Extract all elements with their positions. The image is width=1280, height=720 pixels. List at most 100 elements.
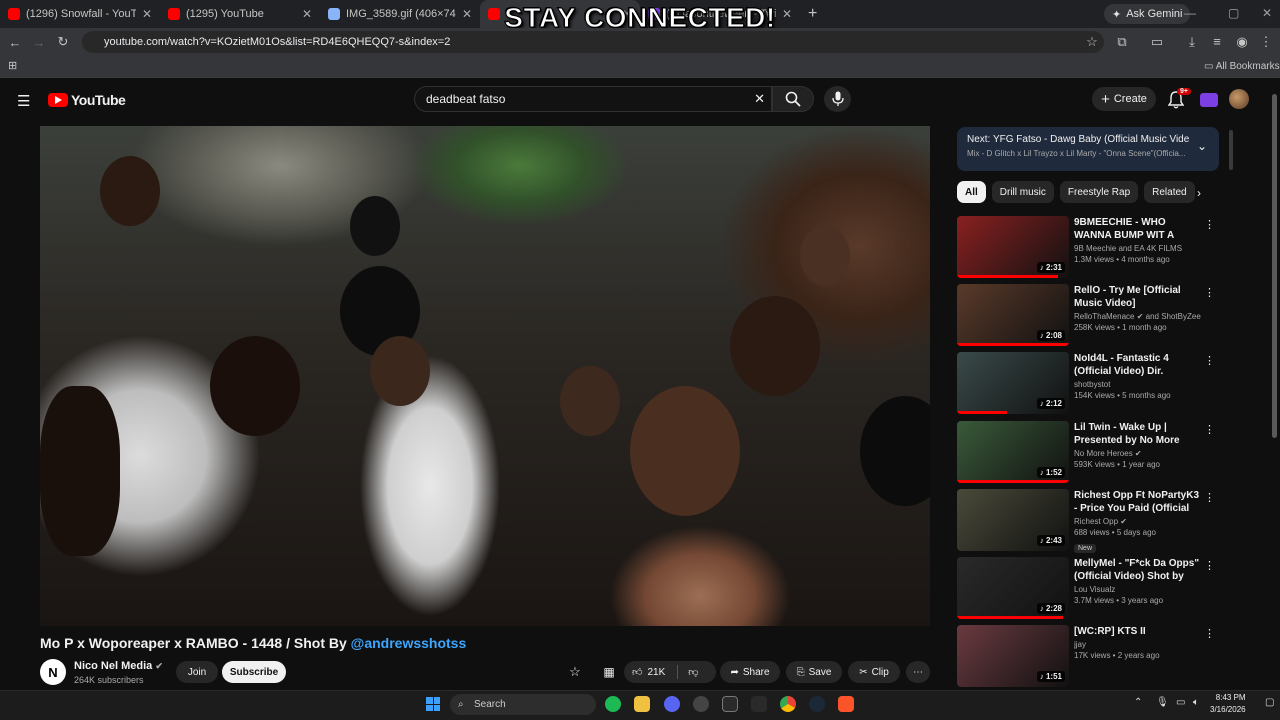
recommendation-channel[interactable]: jjay	[1074, 640, 1204, 649]
more-vertical-icon[interactable]: ⋮	[1204, 423, 1215, 436]
chip-freestyle-rap[interactable]: Freestyle Rap	[1059, 181, 1139, 203]
recommendation-channel[interactable]: RelloThaMenace ✔ and ShotByZee	[1074, 312, 1204, 321]
page-scrollbar[interactable]	[1272, 94, 1277, 438]
spotify-icon[interactable]	[605, 696, 621, 712]
browser-tab[interactable]: (1295) YouTube ✕	[160, 0, 320, 28]
address-bar[interactable]: youtube.com/watch?v=KOzietM01Os&list=RD4…	[82, 31, 1104, 53]
chip-related[interactable]: Related	[1144, 181, 1195, 203]
close-tab-icon[interactable]: ✕	[142, 7, 152, 21]
close-tab-icon[interactable]: ✕	[782, 7, 792, 21]
recommendation-item[interactable]: ♪ 2:08 RellO - Try Me [Official Music Vid…	[957, 284, 1219, 346]
recommendation-title[interactable]: MellyMel - "F*ck Da Opps" (Official Vide…	[1074, 557, 1204, 583]
ask-gemini-button[interactable]: ✦ Ask Gemini	[1104, 4, 1191, 24]
chevron-right-icon[interactable]: ›	[1197, 186, 1201, 200]
youtube-logo[interactable]: YouTube	[48, 92, 126, 108]
favorite-star-button[interactable]: ☆	[562, 661, 588, 683]
up-next-queue[interactable]: Next: YFG Fatso - Dawg Baby (Official Mu…	[957, 127, 1219, 171]
microphone-tray-icon[interactable]: 🎙︎	[1156, 697, 1169, 708]
recommendation-title[interactable]: NoId4L - Fantastic 4 (Official Video) Di…	[1074, 352, 1204, 378]
video-thumbnail[interactable]: ♪ 2:31	[957, 216, 1069, 278]
search-button[interactable]	[772, 86, 814, 112]
account-avatar[interactable]	[1229, 89, 1249, 109]
bookmark-star-icon[interactable]: ☆	[1080, 34, 1104, 50]
notification-center-icon[interactable]: ▢	[1265, 697, 1274, 708]
capcut-icon[interactable]	[751, 696, 767, 712]
video-thumbnail[interactable]: ♪ 2:12	[957, 352, 1069, 414]
browser-tab[interactable]: (2) jasontheween - Twitch ✕	[640, 0, 800, 28]
forward-icon[interactable]: →	[27, 35, 51, 50]
recommendation-title[interactable]: [WC:RP] KTS II	[1074, 625, 1204, 638]
steam-icon[interactable]	[809, 696, 825, 712]
tray-overflow-icon[interactable]: ⌃	[1134, 697, 1142, 708]
more-vertical-icon[interactable]: ⋮	[1204, 559, 1215, 572]
recommendation-item[interactable]: ♪ 2:43 Richest Opp Ft NoPartyK3 - Price Y…	[957, 489, 1219, 553]
minimize-icon[interactable]: —	[1184, 6, 1196, 20]
video-thumbnail[interactable]: ♪ 2:43	[957, 489, 1069, 551]
create-button[interactable]: + Create	[1092, 87, 1156, 111]
download-icon[interactable]: ⤓	[1180, 34, 1204, 50]
recommendation-title[interactable]: Richest Opp Ft NoPartyK3 - Price You Pai…	[1074, 489, 1204, 515]
file-explorer-icon[interactable]	[634, 696, 650, 712]
hamburger-menu-icon[interactable]: ☰	[17, 92, 30, 110]
notifications-button[interactable]: 9+	[1167, 88, 1191, 114]
taskbar-clock[interactable]: 8:43 PM 3/16/2026	[1210, 692, 1246, 716]
save-button[interactable]: ⎘ Save	[786, 661, 842, 683]
search-input[interactable]: deadbeat fatso ✕	[414, 86, 772, 112]
volume-icon[interactable]: 🔈︎	[1193, 697, 1199, 708]
video-player[interactable]	[40, 126, 930, 626]
epic-games-icon[interactable]	[722, 696, 738, 712]
twitch-extension-icon[interactable]	[1200, 93, 1218, 107]
apps-grid-icon[interactable]: ⊞	[8, 59, 17, 72]
maximize-icon[interactable]: ▢	[1228, 6, 1239, 20]
network-icon[interactable]: ▭	[1176, 697, 1185, 708]
all-bookmarks-folder[interactable]: ▭ All Bookmarks	[1204, 61, 1280, 72]
more-vertical-icon[interactable]: ⋮	[1204, 286, 1215, 299]
clip-button[interactable]: ✂ Clip	[848, 661, 900, 683]
chevron-down-icon[interactable]: ⌄	[1197, 139, 1207, 153]
discord-icon[interactable]	[664, 696, 680, 712]
close-window-icon[interactable]: ✕	[1262, 6, 1272, 20]
video-thumbnail[interactable]: ♪ 1:51	[957, 625, 1069, 687]
chip-drill-music[interactable]: Drill music	[991, 181, 1054, 203]
channel-name[interactable]: Nico Nel Media ✔	[74, 660, 163, 672]
sidebar-scrollbar[interactable]	[1229, 130, 1233, 170]
recommendation-channel[interactable]: No More Heroes ✔	[1074, 449, 1204, 458]
more-actions-button[interactable]: ⋯	[906, 661, 930, 683]
video-thumbnail[interactable]: ♪ 1:52	[957, 421, 1069, 483]
extensions-icon[interactable]: ⧉	[1110, 34, 1134, 50]
more-vertical-icon[interactable]: ⋮	[1204, 491, 1215, 504]
recommendation-channel[interactable]: 9B Meechie and EA 4K FILMS	[1074, 244, 1204, 253]
close-tab-icon[interactable]: ✕	[302, 7, 312, 21]
steelseries-icon[interactable]	[693, 696, 709, 712]
more-vertical-icon[interactable]: ⋮	[1204, 627, 1215, 640]
chrome-icon[interactable]	[780, 696, 796, 712]
close-tab-icon[interactable]: ✕	[622, 7, 632, 21]
more-vertical-icon[interactable]: ⋮	[1204, 354, 1215, 367]
subscribe-button[interactable]: Subscribe	[222, 661, 286, 683]
recommendation-item[interactable]: ♪ 1:52 Lil Twin - Wake Up | Presented by …	[957, 421, 1219, 483]
new-tab-icon[interactable]: +	[808, 5, 817, 23]
recommendation-item[interactable]: ♪ 1:51 [WC:RP] KTS II jjay 17K views • 2 ye…	[957, 625, 1219, 687]
clear-search-icon[interactable]: ✕	[754, 91, 765, 107]
taskbar-search[interactable]: ⌕ Search	[450, 694, 596, 715]
channel-avatar[interactable]: N	[40, 659, 66, 685]
share-button[interactable]: ➦ Share	[720, 661, 780, 683]
recommendation-channel[interactable]: shotbystot	[1074, 380, 1204, 389]
recommendation-item[interactable]: ♪ 2:12 NoId4L - Fantastic 4 (Official Vid…	[957, 352, 1219, 414]
video-thumbnail[interactable]: ♪ 2:08	[957, 284, 1069, 346]
chip-all[interactable]: All	[957, 181, 986, 203]
recommendation-item[interactable]: ♪ 2:28 MellyMel - "F*ck Da Opps" (Officia…	[957, 557, 1219, 619]
recommendation-title[interactable]: Lil Twin - Wake Up | Presented by No Mor…	[1074, 421, 1204, 447]
browser-tab[interactable]: (1296) Snowfall - YouTube ✕	[0, 0, 160, 28]
back-icon[interactable]: ←	[3, 35, 27, 50]
recommendation-channel[interactable]: Richest Opp ✔	[1074, 517, 1204, 526]
voice-search-button[interactable]	[824, 86, 851, 112]
reload-icon[interactable]: ↻	[51, 34, 75, 50]
close-tab-icon[interactable]: ✕	[462, 7, 472, 21]
profile-icon[interactable]: ◉	[1230, 34, 1254, 50]
side-panel-icon[interactable]: ▭	[1145, 34, 1169, 50]
browser-tab[interactable]: IMG_3589.gif (406×744) ✕	[320, 0, 480, 28]
browser-tab-active[interactable]: ✕	[480, 0, 640, 28]
brave-icon[interactable]	[838, 696, 854, 712]
video-title-link[interactable]: @andrewsshotss	[351, 635, 467, 651]
